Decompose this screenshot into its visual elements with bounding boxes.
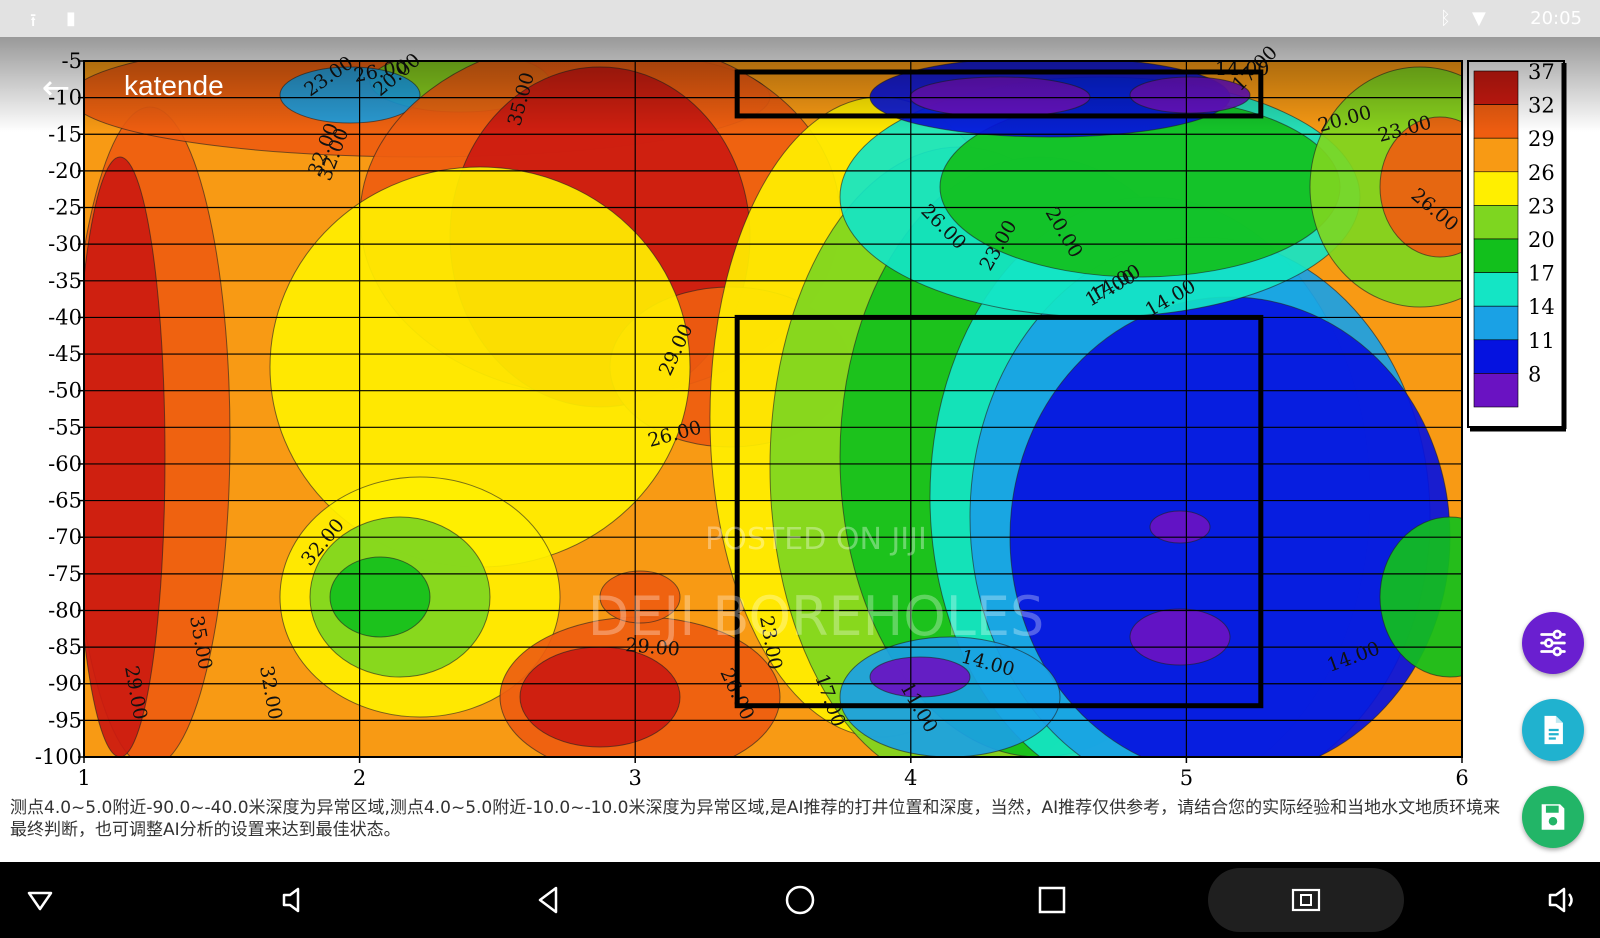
color-bar-label: 14 xyxy=(1528,295,1555,319)
color-bar-swatch xyxy=(1473,238,1519,273)
color-bar-legend: 37 32 29 26 23 20 17 14 11 8 xyxy=(1467,60,1567,432)
x-tick-label: 3 xyxy=(629,766,642,790)
y-tick-label: -60 xyxy=(48,452,82,476)
back-icon[interactable] xyxy=(524,876,572,924)
color-bar-label: 23 xyxy=(1528,194,1555,218)
status-bar: ⭱ ▮ ᛒ ▼ 20:05 xyxy=(0,0,1600,37)
back-arrow-icon[interactable]: ← xyxy=(36,68,76,108)
color-bar-swatch xyxy=(1473,70,1519,105)
upload-icon: ⭱ xyxy=(30,10,37,31)
y-tick-label: -95 xyxy=(48,708,82,732)
report-fab[interactable] xyxy=(1522,699,1584,761)
color-bar-label: 26 xyxy=(1528,161,1555,185)
bluetooth-icon: ᛒ xyxy=(1440,8,1451,29)
contour-fill xyxy=(84,61,1462,757)
save-fab[interactable] xyxy=(1522,786,1584,848)
y-tick-label: -85 xyxy=(48,635,82,659)
field-region xyxy=(840,637,1060,757)
color-bar-label: 17 xyxy=(1528,262,1555,286)
color-bar-swatch xyxy=(1473,305,1519,341)
y-tick-label: -40 xyxy=(48,305,82,329)
color-bar-swatch xyxy=(1473,205,1519,240)
y-tick-label: -75 xyxy=(48,562,82,586)
color-bar-swatch xyxy=(1473,373,1519,408)
y-tick-label: -90 xyxy=(48,672,82,696)
field-region xyxy=(1380,517,1462,677)
y-tick-label: -35 xyxy=(48,269,82,293)
collapse-icon[interactable] xyxy=(16,876,64,924)
screenshot-icon[interactable] xyxy=(1282,876,1330,924)
y-tick-label: -50 xyxy=(48,379,82,403)
y-tick-label: -15 xyxy=(48,122,82,146)
wifi-icon: ▼ xyxy=(1472,8,1486,29)
app-title: katende xyxy=(124,70,224,101)
y-tick-label: -20 xyxy=(48,159,82,183)
x-axis: 1 2 3 4 5 6 xyxy=(77,757,1469,790)
y-tick-label: -55 xyxy=(48,415,82,439)
floppy-disk-icon xyxy=(1541,804,1565,830)
y-tick-label: -25 xyxy=(48,196,82,220)
y-tick-label: -45 xyxy=(48,342,82,366)
volume-up-icon[interactable] xyxy=(1538,876,1586,924)
sd-card-icon: ▮ xyxy=(66,8,76,29)
y-tick-label: -65 xyxy=(48,489,82,513)
color-bar-label: 37 xyxy=(1528,60,1555,84)
document-icon xyxy=(1544,715,1563,745)
x-tick-label: 6 xyxy=(1455,766,1468,790)
field-region xyxy=(520,647,680,747)
navigation-bar xyxy=(0,862,1600,938)
color-bar-swatch xyxy=(1473,171,1519,206)
y-tick-label: -30 xyxy=(48,232,82,256)
ai-analysis-caption: 测点4.0~5.0附近-90.0~-40.0米深度为异常区域,测点4.0~5.0… xyxy=(10,798,1501,840)
color-bar-swatch xyxy=(1473,137,1519,173)
recents-icon[interactable] xyxy=(1028,876,1076,924)
color-bar-label: 20 xyxy=(1528,228,1555,252)
y-axis: -5-10-15-20-25-30-35-40-45-50-55-60-65-7… xyxy=(35,49,84,769)
home-icon[interactable] xyxy=(776,876,824,924)
color-bar-label: 11 xyxy=(1528,329,1555,353)
status-time: 20:05 xyxy=(1530,8,1582,29)
y-tick-label: -80 xyxy=(48,598,82,622)
y-tick-label: -70 xyxy=(48,525,82,549)
color-bar-swatch xyxy=(1473,104,1519,139)
color-bar-label: 29 xyxy=(1528,127,1555,151)
sliders-icon xyxy=(1540,629,1566,657)
y-tick-label: -100 xyxy=(35,745,82,769)
color-bar-swatch xyxy=(1473,272,1519,307)
color-bar-swatch xyxy=(1473,339,1519,374)
resistivity-contour-chart: 26.0023.00 20.00 35.0032.0014.0017.0020.00… xyxy=(35,42,1567,790)
settings-fab[interactable] xyxy=(1522,612,1584,674)
app-bar: ← katende xyxy=(0,58,600,118)
color-bar-label: 32 xyxy=(1528,94,1555,118)
x-tick-label: 2 xyxy=(353,766,366,790)
x-tick-label: 4 xyxy=(904,766,917,790)
volume-down-icon[interactable] xyxy=(270,876,318,924)
color-bar-label: 8 xyxy=(1528,362,1541,386)
x-tick-label: 5 xyxy=(1180,766,1193,790)
x-tick-label: 1 xyxy=(77,766,90,790)
